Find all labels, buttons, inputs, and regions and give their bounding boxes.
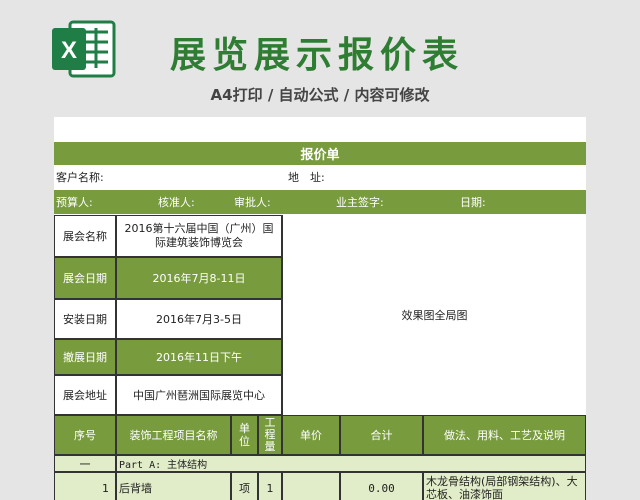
- section-name: Part A: 主体结构: [116, 455, 586, 472]
- verifier-label: 核准人:: [158, 190, 218, 214]
- col-header-qty: 工程量: [258, 415, 282, 455]
- row-note: 木龙骨结构(局部钢架结构)、大芯板、油漆饰面: [423, 472, 586, 500]
- row-qty: 1: [258, 472, 282, 500]
- info-value-dates: 2016年7月8-11日: [116, 257, 282, 299]
- sheet-title: 报价单: [54, 142, 586, 165]
- row-price: [282, 472, 340, 500]
- page-title: 展览展示报价表: [170, 35, 465, 76]
- info-label-address: 展会地址: [54, 375, 116, 415]
- col-header-price: 单价: [282, 415, 340, 455]
- info-label-dates: 展会日期: [54, 257, 116, 299]
- info-value-install: 2016年7月3-5日: [116, 299, 282, 339]
- address-label: 地 址:: [288, 166, 488, 188]
- info-value-address: 中国广州琶洲国际展览中心: [116, 375, 282, 415]
- approver-label: 审批人:: [234, 190, 294, 214]
- row-name: 后背墙: [116, 472, 231, 500]
- info-label-install: 安装日期: [54, 299, 116, 339]
- col-header-name: 装饰工程项目名称: [116, 415, 231, 455]
- date-label: 日期:: [460, 190, 520, 214]
- info-label-teardown: 撤展日期: [54, 339, 116, 375]
- excel-icon: X: [50, 18, 116, 80]
- row-number: 1: [54, 472, 116, 500]
- section-number: 一: [54, 455, 116, 472]
- budget-label: 预算人:: [56, 190, 116, 214]
- page-subtitle: A4打印 / 自动公式 / 内容可修改: [210, 86, 430, 104]
- client-label: 客户名称:: [56, 166, 256, 188]
- info-value-exhibition: 2016第十六届中国（广州）国际建筑装饰博览会: [116, 215, 282, 257]
- quote-sheet: 报价单 客户名称: 地 址: 预算人: 核准人: 审批人: 业主签字: 日期: …: [54, 117, 586, 500]
- row-total: 0.00: [340, 472, 423, 500]
- col-header-note: 做法、用料、工艺及说明: [423, 415, 586, 455]
- col-header-total: 合计: [340, 415, 423, 455]
- svg-text:X: X: [61, 37, 77, 64]
- info-value-teardown: 2016年11日下午: [116, 339, 282, 375]
- owner-sign-label: 业主签字:: [336, 190, 406, 214]
- row-unit: 项: [231, 472, 258, 500]
- col-header-no: 序号: [54, 415, 116, 455]
- col-header-unit: 单位: [231, 415, 258, 455]
- info-label-exhibition: 展会名称: [54, 215, 116, 257]
- image-placeholder: 效果图全局图: [282, 215, 586, 415]
